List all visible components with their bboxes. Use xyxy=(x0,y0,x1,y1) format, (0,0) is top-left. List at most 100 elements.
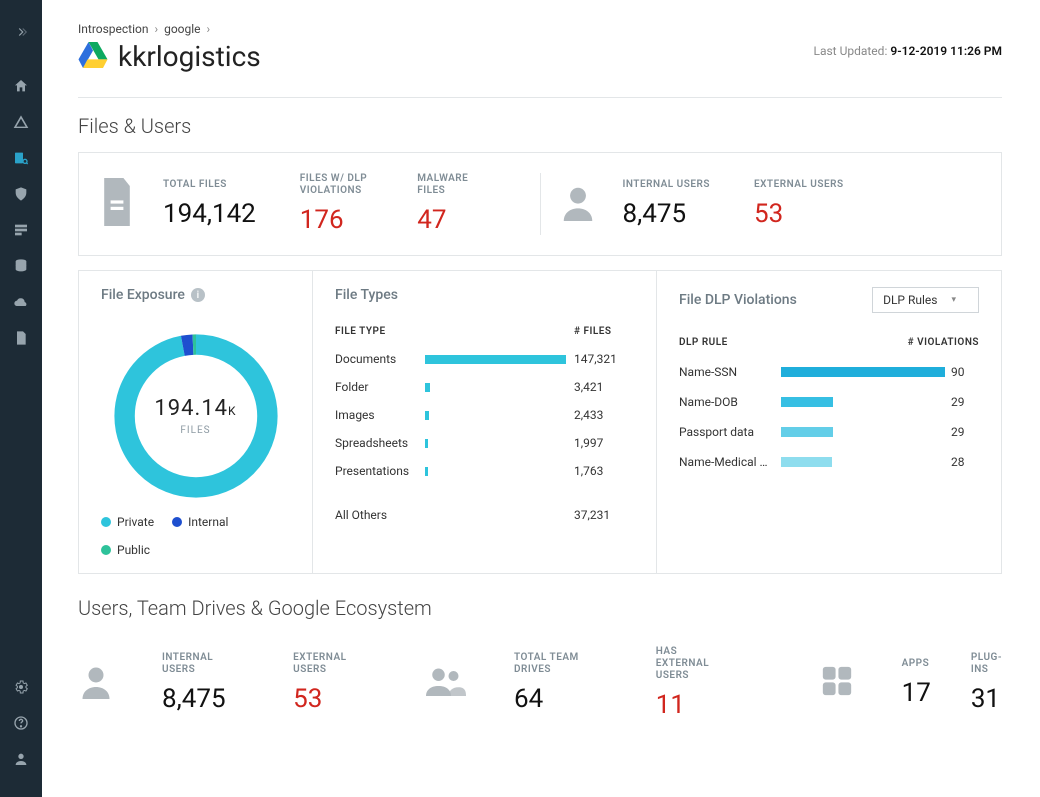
bar xyxy=(781,457,945,467)
metric-value: 53 xyxy=(754,199,844,229)
chevron-right-icon: › xyxy=(207,22,211,36)
dlp-count: 90 xyxy=(951,365,979,379)
metric-plugins[interactable]: PLUG-INS 31 xyxy=(971,652,1002,714)
metric-label: PLUG-INS xyxy=(971,652,1002,676)
metric-apps[interactable]: APPS 17 xyxy=(902,658,931,708)
cloud-icon[interactable] xyxy=(0,284,42,320)
metric-internal-users2[interactable]: INTERNAL USERS 8,475 xyxy=(162,652,227,714)
metric-label: TOTAL TEAM DRIVES xyxy=(514,652,590,676)
home-icon[interactable] xyxy=(0,68,42,104)
file-type-count: 1,997 xyxy=(574,436,634,450)
dlp-count: 29 xyxy=(951,425,979,439)
file-type-count: 2,433 xyxy=(574,408,634,422)
bottom-metrics-row: INTERNAL USERS 8,475 EXTERNAL USERS 53 T… xyxy=(78,634,1002,720)
metric-label: HAS EXTERNAL USERS xyxy=(656,646,732,682)
col-violations: # VIOLATIONS xyxy=(908,337,979,348)
file-types-panel: File Types FILE TYPE # FILES Documents14… xyxy=(313,270,657,574)
dlp-rule-name: Name-DOB xyxy=(679,395,781,409)
metric-internal-users[interactable]: INTERNAL USERS 8,475 xyxy=(623,179,710,229)
bar xyxy=(781,367,945,377)
file-type-name: Spreadsheets xyxy=(335,436,425,450)
dlp-rule-name: Name-SSN xyxy=(679,365,781,379)
metric-dlp-violations[interactable]: FILES W/ DLP VIOLATIONS 176 xyxy=(300,173,373,235)
exposure-legend: Private Internal Public xyxy=(101,515,290,557)
legend-item[interactable]: Public xyxy=(101,543,150,557)
panel-title: File Exposure xyxy=(101,287,185,303)
dlp-rule-name: Passport data xyxy=(679,425,781,439)
file-type-row[interactable]: All Others37,231 xyxy=(335,501,634,529)
user-icon[interactable] xyxy=(0,741,42,777)
bar xyxy=(425,511,566,520)
file-type-row[interactable]: Folder 3,421 xyxy=(335,373,634,401)
people-icon xyxy=(426,665,466,701)
metric-value: 31 xyxy=(971,684,1002,714)
metric-has-external[interactable]: HAS EXTERNAL USERS 11 xyxy=(656,646,732,720)
file-type-name: Presentations xyxy=(335,464,425,478)
panel-title: File Types xyxy=(335,287,634,303)
bar xyxy=(425,439,566,448)
metric-value: 47 xyxy=(417,205,477,235)
metric-label: MALWARE FILES xyxy=(417,173,477,197)
database-icon[interactable] xyxy=(0,248,42,284)
metric-value: 64 xyxy=(514,684,590,714)
metric-team-drives[interactable]: TOTAL TEAM DRIVES 64 xyxy=(514,652,590,714)
metric-external-users[interactable]: EXTERNAL USERS 53 xyxy=(754,179,844,229)
dlp-row[interactable]: Name-SSN 90 xyxy=(679,357,979,387)
file-type-row[interactable]: Documents147,321 xyxy=(335,345,634,373)
col-files: # FILES xyxy=(574,326,634,337)
file-exposure-donut[interactable]: 194.14K FILES xyxy=(111,331,281,501)
settings-icon[interactable] xyxy=(0,669,42,705)
file-type-count: 1,763 xyxy=(574,464,634,478)
dlp-row[interactable]: Name-Medical C...28 xyxy=(679,447,979,477)
dlp-violations-panel: File DLP Violations DLP Rules ▾ DLP RULE… xyxy=(657,270,1002,574)
sidebar-expand-icon[interactable] xyxy=(0,14,42,50)
report-icon[interactable] xyxy=(0,212,42,248)
panel-title: File DLP Violations xyxy=(679,292,797,308)
last-updated-label: Last Updated: xyxy=(813,44,887,58)
chevron-down-icon: ▾ xyxy=(951,295,956,305)
introspection-icon[interactable] xyxy=(0,140,42,176)
metric-value: 194,142 xyxy=(163,199,256,229)
dlp-rules-select[interactable]: DLP Rules ▾ xyxy=(872,287,979,313)
file-type-row[interactable]: Images 2,433 xyxy=(335,401,634,429)
sidebar xyxy=(0,0,42,797)
files-users-metrics-card: TOTAL FILES 194,142 FILES W/ DLP VIOLATI… xyxy=(78,152,1002,256)
dlp-row[interactable]: Name-DOB29 xyxy=(679,387,979,417)
google-drive-icon xyxy=(78,42,108,72)
file-type-count: 3,421 xyxy=(574,380,634,394)
metric-total-files[interactable]: TOTAL FILES 194,142 xyxy=(163,179,256,229)
chevron-right-icon: › xyxy=(154,22,158,36)
bar xyxy=(781,397,945,407)
bar xyxy=(425,355,566,364)
file-type-row[interactable]: Presentations 1,763 xyxy=(335,457,634,485)
file-icon xyxy=(97,178,137,230)
breadcrumb-level2[interactable]: google xyxy=(164,22,200,36)
file-type-name: Images xyxy=(335,408,425,422)
breadcrumb-root[interactable]: Introspection xyxy=(78,22,149,36)
file-type-name: Folder xyxy=(335,380,425,394)
metric-value: 11 xyxy=(656,690,732,720)
page-title: kkrlogistics xyxy=(118,40,261,73)
shield-icon[interactable] xyxy=(0,176,42,212)
last-updated-value: 9-12-2019 11:26 PM xyxy=(890,44,1002,58)
metric-label: TOTAL FILES xyxy=(163,179,256,191)
info-icon[interactable]: i xyxy=(191,288,205,302)
legend-item[interactable]: Internal xyxy=(172,515,228,529)
col-filetype: FILE TYPE xyxy=(335,326,425,337)
metric-label: EXTERNAL USERS xyxy=(754,179,844,191)
divider xyxy=(78,97,1002,98)
metric-value: 17 xyxy=(902,678,931,708)
metric-value: 53 xyxy=(293,684,360,714)
document-icon[interactable] xyxy=(0,320,42,356)
dlp-row[interactable]: Passport data 29 xyxy=(679,417,979,447)
metric-malware-files[interactable]: MALWARE FILES 47 xyxy=(417,173,477,235)
help-icon[interactable] xyxy=(0,705,42,741)
file-type-row[interactable]: Spreadsheets 1,997 xyxy=(335,429,634,457)
section-users-drives-title: Users, Team Drives & Google Ecosystem xyxy=(78,596,1002,620)
breadcrumb: Introspection › google › xyxy=(78,22,1002,36)
main-content: Introspection › google › kkrlogistics La… xyxy=(42,0,1040,797)
legend-item[interactable]: Private xyxy=(101,515,154,529)
alert-icon[interactable] xyxy=(0,104,42,140)
section-files-users-title: Files & Users xyxy=(78,114,1002,138)
metric-external-users2[interactable]: EXTERNAL USERS 53 xyxy=(293,652,360,714)
